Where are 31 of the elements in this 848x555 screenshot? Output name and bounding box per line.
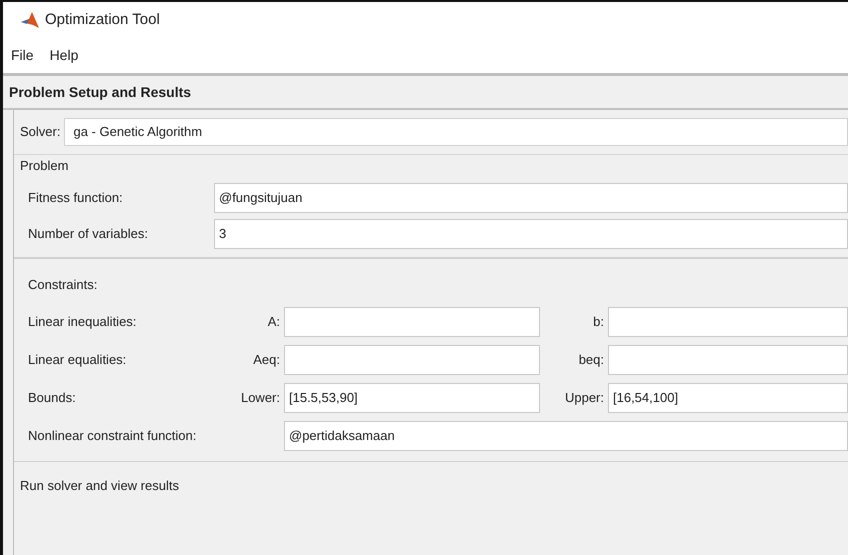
input-field[interactable] [284,345,540,375]
window-title: Optimization Tool [45,10,160,30]
menu-item[interactable]: File [11,45,34,66]
peak-logo-icon [21,12,39,28]
input-field[interactable]: @fungsitujuan [214,183,848,213]
input-field[interactable]: [15.5,53,90] [284,383,540,413]
input-field[interactable]: 3 [214,219,848,249]
field-label: beq: [578,351,605,370]
section-title: Run solver and view results [19,477,180,495]
group-title: Constraints: [27,276,98,294]
field-label: Lower: [240,389,281,408]
solver-label: Solver: [20,123,60,142]
panel-title: Problem Setup and Results [9,82,192,102]
solver-dropdown[interactable]: ga - Genetic Algorithm [64,118,848,146]
field-label: Bounds: [28,389,77,408]
field-label: Linear equalities: [28,351,128,370]
field-label: b: [592,313,605,332]
field-label: Fitness function: [28,189,124,208]
field-label: A: [266,313,281,332]
field-label: Upper: [564,389,605,408]
field-label: Aeq: [252,351,281,370]
field-label: Number of variables: [28,225,149,244]
field-label: Nonlinear constraint function: [28,427,198,446]
input-field[interactable]: @pertidaksamaan [284,421,848,451]
group-title: Problem [19,157,70,175]
field-label: Linear inequalities: [28,313,138,332]
menu-item[interactable]: Help [50,45,78,66]
input-field[interactable] [608,307,848,337]
input-field[interactable]: [16,54,100] [608,383,848,413]
input-field[interactable] [284,307,540,337]
input-field[interactable] [608,345,848,375]
